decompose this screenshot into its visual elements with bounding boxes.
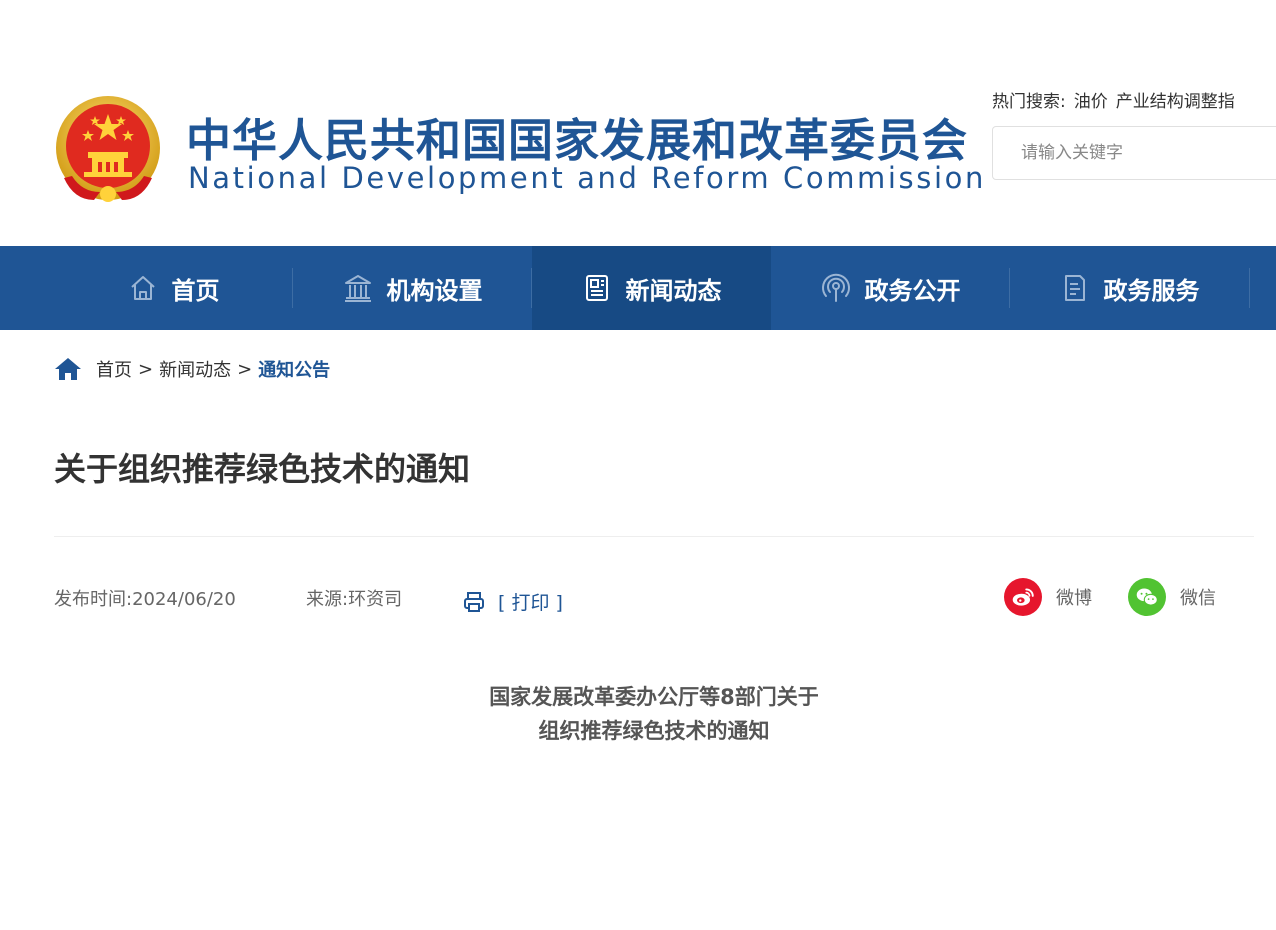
share-weibo-button[interactable]: 微博 xyxy=(1004,578,1092,616)
publish-label: 发布时间: xyxy=(54,589,133,610)
article-title: 关于组织推荐绿色技术的通知 xyxy=(54,450,471,488)
print-button[interactable]: [ 打印 ] xyxy=(462,588,563,615)
nav-divider xyxy=(1249,268,1250,308)
breadcrumb-link-home[interactable]: 首页 xyxy=(96,356,132,382)
share-wechat-button[interactable]: 微信 xyxy=(1128,578,1216,616)
breadcrumb: 首页 > 新闻动态 > 通知公告 xyxy=(54,356,330,382)
breadcrumb-separator: > xyxy=(237,358,253,380)
doc-heading-line2: 组织推荐绿色技术的通知 xyxy=(538,719,770,743)
nav-item-label: 首页 xyxy=(171,276,220,305)
wechat-icon xyxy=(1128,578,1166,616)
print-label: [ 打印 ] xyxy=(498,592,563,614)
home-icon[interactable] xyxy=(54,356,82,382)
nav-item-gov-services[interactable]: 政务服务 xyxy=(1010,246,1249,330)
hot-search-label: 热门搜索: xyxy=(992,92,1066,112)
source-value: 环资司 xyxy=(348,589,403,610)
breadcrumb-link-news[interactable]: 新闻动态 xyxy=(159,356,231,382)
share-wechat-label: 微信 xyxy=(1180,588,1216,609)
home-icon xyxy=(128,273,158,303)
nav-item-label: 新闻动态 xyxy=(625,276,722,305)
hot-search-word[interactable]: 产业结构调整指 xyxy=(1116,92,1235,112)
hot-search: 热门搜索: 油价 产业结构调整指 xyxy=(992,90,1235,114)
nav-item-news[interactable]: 新闻动态 xyxy=(532,246,771,330)
search-input[interactable] xyxy=(993,127,1276,179)
nav-item-label: 政务服务 xyxy=(1103,276,1200,305)
nav-item-label: 政务公开 xyxy=(864,276,961,305)
source-info: 来源:环资司 xyxy=(306,588,402,612)
nav-item-gov-affairs[interactable]: 政务公开 xyxy=(771,246,1010,330)
search-box xyxy=(992,126,1276,180)
breadcrumb-separator: > xyxy=(138,358,154,380)
main-nav: 首页 机构设置 新闻动态 政务公开 政务服务 xyxy=(0,246,1276,330)
institution-icon xyxy=(343,273,373,303)
share-weibo-label: 微博 xyxy=(1056,588,1092,609)
nav-item-label: 机构设置 xyxy=(386,276,483,305)
breadcrumb-current[interactable]: 通知公告 xyxy=(258,356,330,382)
national-emblem-logo[interactable] xyxy=(54,96,162,208)
publish-info: 发布时间:2024/06/20 xyxy=(54,588,236,612)
site-title-en: National Development and Reform Commissi… xyxy=(188,161,986,195)
source-label: 来源: xyxy=(306,589,349,610)
document-icon xyxy=(1060,273,1090,303)
hot-search-word[interactable]: 油价 xyxy=(1074,92,1108,112)
broadcast-icon xyxy=(821,273,851,303)
news-icon xyxy=(582,273,612,303)
publish-date: 2024/06/20 xyxy=(132,589,236,610)
nav-item-home[interactable]: 首页 xyxy=(54,246,293,330)
site-header: 中华人民共和国国家发展和改革委员会 National Development a… xyxy=(0,0,1276,246)
nav-item-institution[interactable]: 机构设置 xyxy=(293,246,532,330)
weibo-icon xyxy=(1004,578,1042,616)
printer-icon xyxy=(462,590,486,614)
title-divider xyxy=(54,536,1254,537)
doc-heading-line1: 国家发展改革委办公厅等8部门关于 xyxy=(489,685,819,709)
